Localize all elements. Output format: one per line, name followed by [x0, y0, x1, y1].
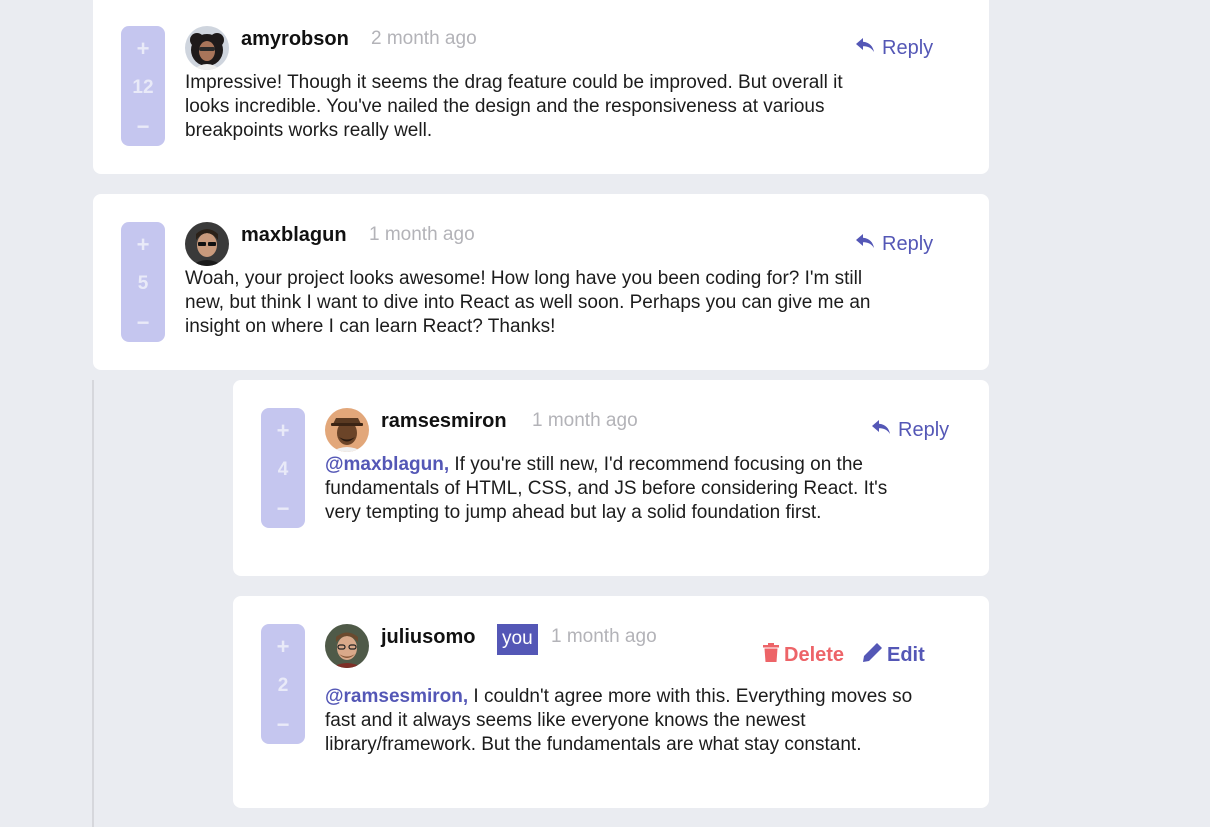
upvote-button[interactable]: +: [137, 36, 150, 62]
reply-arrow-icon: [856, 37, 874, 60]
timestamp: 1 month ago: [532, 410, 638, 431]
username[interactable]: maxblagun: [241, 224, 347, 247]
vote-control: + 5 −: [121, 222, 165, 342]
comment-card: + 12 − amyrobson 2 month ago Reply Impre…: [93, 0, 989, 174]
reply-button[interactable]: Reply: [856, 233, 933, 256]
score-count: 2: [277, 675, 289, 696]
downvote-button[interactable]: −: [137, 114, 150, 140]
edit-button[interactable]: Edit: [863, 643, 925, 668]
username[interactable]: juliusomo: [381, 626, 475, 649]
reply-card: + 4 − ramsesmiron 1 month ago Reply @max…: [233, 380, 989, 576]
avatar[interactable]: [325, 408, 369, 452]
username[interactable]: ramsesmiron: [381, 410, 507, 433]
trash-icon: [763, 643, 779, 668]
reply-arrow-icon: [872, 419, 890, 442]
avatar[interactable]: [185, 222, 229, 266]
delete-button[interactable]: Delete: [763, 643, 844, 668]
comment-text: Woah, your project looks awesome! How lo…: [185, 268, 871, 337]
reply-label: Reply: [882, 37, 934, 59]
timestamp: 1 month ago: [551, 626, 657, 647]
pencil-icon: [863, 643, 882, 668]
delete-label: Delete: [784, 644, 845, 666]
username[interactable]: amyrobson: [241, 28, 349, 51]
vote-control: + 12 −: [121, 26, 165, 146]
edit-label: Edit: [887, 644, 925, 666]
reply-text: @maxblagun, If you're still new, I'd rec…: [325, 453, 890, 525]
reply-button[interactable]: Reply: [856, 37, 933, 60]
avatar[interactable]: [185, 26, 229, 70]
mention-link[interactable]: @ramsesmiron,: [325, 686, 468, 707]
vote-control: + 4 −: [261, 408, 305, 528]
score-count: 12: [132, 77, 154, 98]
downvote-button[interactable]: −: [277, 496, 290, 522]
upvote-button[interactable]: +: [277, 634, 290, 660]
downvote-button[interactable]: −: [137, 310, 150, 336]
upvote-button[interactable]: +: [277, 418, 290, 444]
reply-card: + 2 − juliusomo you 1 month ago Delete E…: [233, 596, 989, 808]
reply-label: Reply: [898, 419, 950, 441]
timestamp: 1 month ago: [369, 224, 475, 245]
reply-button[interactable]: Reply: [872, 419, 949, 442]
comment-text: Impressive! Though it seems the drag fea…: [185, 72, 843, 141]
score-count: 5: [137, 273, 149, 294]
timestamp: 2 month ago: [371, 28, 477, 49]
reply-label: Reply: [882, 233, 934, 255]
avatar[interactable]: [325, 624, 369, 668]
comment-card: + 5 − maxblagun 1 month ago Reply Woah, …: [93, 194, 989, 370]
vote-control: + 2 −: [261, 624, 305, 744]
downvote-button[interactable]: −: [277, 712, 290, 738]
mention-link[interactable]: @maxblagun,: [325, 454, 449, 475]
score-count: 4: [277, 459, 289, 480]
upvote-button[interactable]: +: [137, 232, 150, 258]
you-badge: you: [497, 624, 538, 655]
reply-arrow-icon: [856, 233, 874, 256]
reply-text: @ramsesmiron, I couldn't agree more with…: [325, 685, 925, 757]
reply-thread-line: [92, 380, 94, 827]
